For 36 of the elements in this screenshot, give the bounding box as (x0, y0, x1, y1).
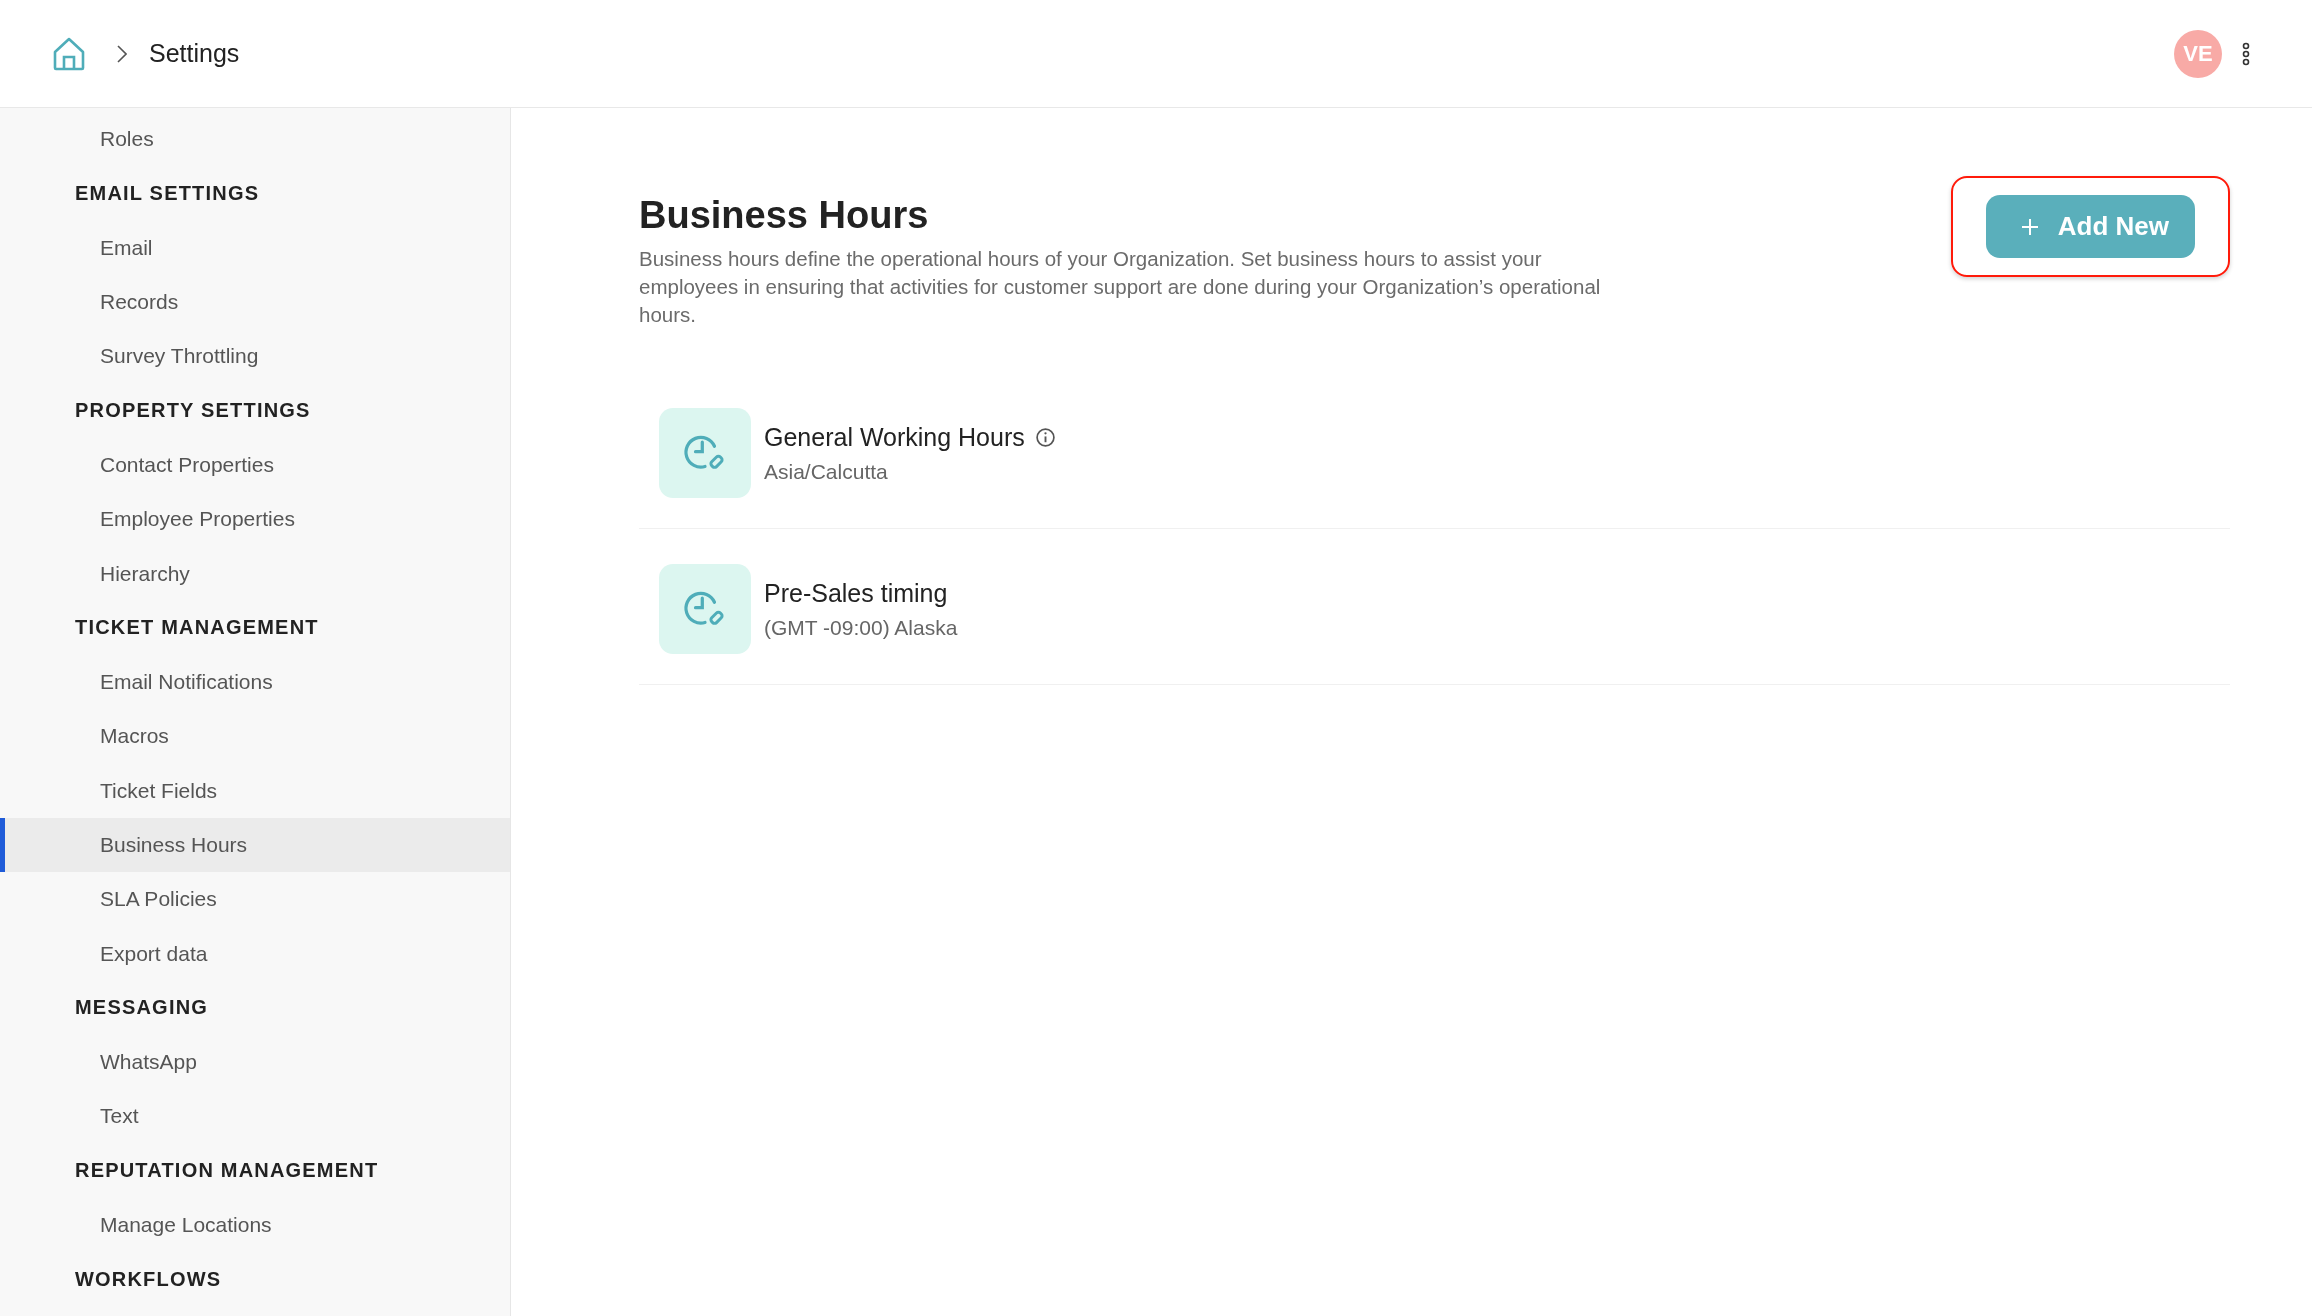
info-icon[interactable] (1034, 426, 1056, 448)
schedule-name[interactable]: General Working Hours (764, 422, 1025, 452)
clock-edit-icon (659, 408, 751, 498)
sidebar-item[interactable]: Macros (0, 709, 510, 764)
sidebar-section-heading: TICKET MANAGEMENT (75, 616, 319, 640)
sidebar-item[interactable]: Ticket Fields (0, 763, 510, 818)
sidebar-section-heading: PROPERTY SETTINGS (75, 399, 311, 423)
sidebar-item[interactable]: Survey Throttling (0, 329, 510, 384)
page-title: Business Hours (639, 194, 930, 237)
sidebar-item[interactable]: Email Notifications (0, 654, 510, 710)
schedule-name[interactable]: Pre-Sales timing (764, 578, 948, 608)
sidebar-item[interactable]: Export data (0, 926, 510, 981)
sidebar-section-heading: MESSAGING (75, 996, 209, 1020)
home-icon[interactable] (53, 36, 85, 71)
sidebar-section-heading: REPUTATION MANAGEMENT (75, 1159, 379, 1183)
sidebar-item[interactable]: Records (0, 274, 510, 330)
sidebar-item[interactable]: Employee Properties (0, 492, 510, 547)
chevron-icon (117, 44, 127, 63)
sidebar-item[interactable]: Manage Locations (0, 1197, 510, 1253)
sidebar-item[interactable]: Contact Properties (0, 437, 510, 493)
plus-icon (2019, 216, 2040, 237)
sidebar-item[interactable]: Hierarchy (0, 546, 510, 601)
page-description: Business hours define the operational hours of your Organization. Set business hours to assist your employees in ensuring that activities for customer support are done during your Organization’s operational hours. (639, 246, 1602, 328)
sidebar-item[interactable]: Business Hours (0, 817, 510, 873)
more-icon[interactable] (2242, 41, 2250, 66)
clock-edit-icon (659, 564, 751, 654)
sidebar-item[interactable]: Text (0, 1089, 510, 1144)
sidebar-item[interactable]: Email (0, 220, 510, 275)
sidebar-item[interactable]: WhatsApp (0, 1035, 510, 1090)
breadcrumb-current: Settings (149, 39, 240, 68)
sidebar-section-heading: WORKFLOWS (75, 1267, 222, 1291)
sidebar-item[interactable]: SLA Policies (0, 872, 510, 927)
schedule-timezone: (GMT -09:00) Alaska (764, 615, 958, 640)
schedule-timezone: Asia/Calcutta (764, 459, 889, 484)
sidebar-item[interactable]: Roles (0, 112, 510, 167)
sidebar-section-heading: EMAIL SETTINGS (75, 181, 260, 205)
